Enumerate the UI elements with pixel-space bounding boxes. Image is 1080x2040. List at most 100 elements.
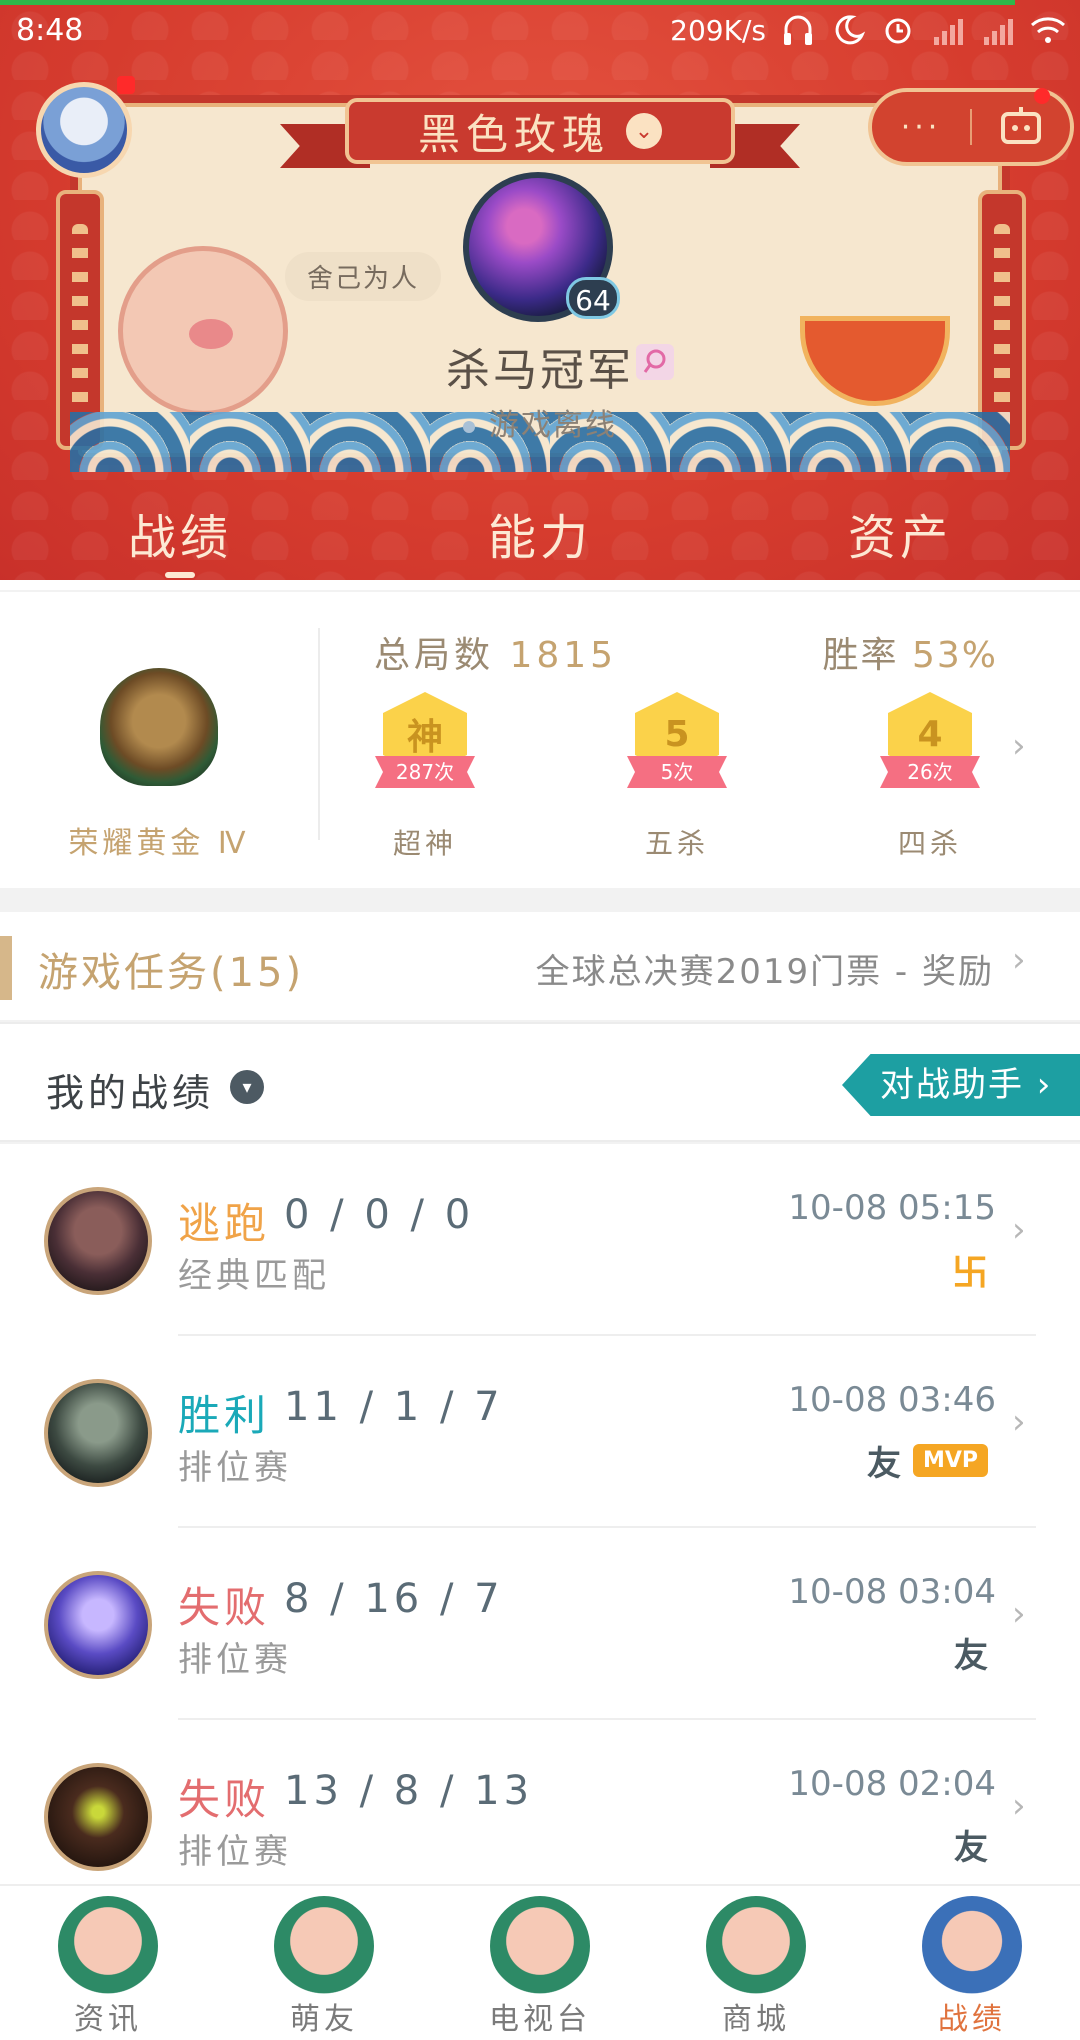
rank-label: 荣耀黄金 Ⅳ xyxy=(68,826,250,861)
moon-icon xyxy=(835,15,866,45)
match-result: 失败 xyxy=(178,1583,271,1632)
total-games-label: 总局数 xyxy=(374,635,495,676)
nav-label: 商城 xyxy=(722,2002,790,2037)
profile-tabs: 战绩 能力 资产 xyxy=(0,498,1080,568)
match-row[interactable]: 胜利 11 / 1 / 7 排位赛 10-08 03:46 友 MVP › xyxy=(0,1336,1080,1528)
profile-header: 黑色玫瑰 ⌄ ··· 舍己为人 64 杀马冠军 游戏离线 战绩 能力 资产 xyxy=(0,0,1080,590)
chevron-right-icon: › xyxy=(1012,1786,1026,1826)
match-badges: 友 xyxy=(954,1820,988,1869)
nickname-tag: 舍己为人 xyxy=(285,252,442,301)
store-pig-icon xyxy=(706,1896,806,1996)
headphones-icon xyxy=(784,15,812,45)
tab-assets[interactable]: 资产 xyxy=(800,498,1000,568)
online-status: 游戏离线 xyxy=(0,400,1080,444)
medal-count: 287次 xyxy=(375,756,475,788)
news-pig-icon xyxy=(58,1896,158,1996)
account-switcher[interactable]: 黑色玫瑰 ⌄ xyxy=(345,98,735,164)
chevron-right-icon: › xyxy=(1012,1210,1026,1250)
chevron-right-icon: › xyxy=(1012,1594,1026,1634)
my-record-header: 我的战绩 ▾ 对战助手 › xyxy=(0,1022,1080,1142)
match-result: 失败 xyxy=(178,1775,271,1824)
nav-label: 战绩 xyxy=(938,2002,1006,2037)
medal-label: 四杀 xyxy=(897,827,962,860)
champion-avatar xyxy=(44,1571,152,1679)
win-rate-value: 53% xyxy=(911,635,998,676)
match-mode: 经典匹配 xyxy=(178,1256,330,1296)
tab-ability[interactable]: 能力 xyxy=(440,498,640,568)
medal-legendary: 神 287次 超神 xyxy=(350,692,500,862)
alarm-icon xyxy=(885,18,911,44)
signal-icon-1 xyxy=(934,19,963,45)
match-badges: 友 xyxy=(954,1628,988,1677)
medal-label: 五杀 xyxy=(644,827,709,860)
network-speed: 209K/s xyxy=(670,13,766,47)
friend-badge-icon: 友 xyxy=(954,1828,988,1868)
champion-avatar xyxy=(44,1187,152,1295)
match-mode: 排位赛 xyxy=(178,1832,292,1872)
medal-quadra-kill: 4 26次 四杀 xyxy=(855,692,1005,862)
match-row[interactable]: 失败 8 / 16 / 7 排位赛 10-08 03:04 友 › xyxy=(0,1528,1080,1720)
chevron-right-icon[interactable]: › xyxy=(1012,726,1026,766)
total-games-value: 1815 xyxy=(509,635,618,676)
chevron-right-icon: › xyxy=(1012,940,1026,980)
match-result: 胜利 xyxy=(178,1391,271,1440)
match-kda: 13 / 8 / 13 xyxy=(284,1768,534,1814)
battle-assistant-label: 对战助手 xyxy=(880,1065,1024,1105)
nav-store[interactable]: 商城 xyxy=(648,1886,864,2040)
rank-emblem xyxy=(100,668,218,786)
nav-tv[interactable]: 电视台 xyxy=(432,1886,648,2040)
nav-friends[interactable]: 萌友 xyxy=(216,1886,432,2040)
missions-title: 游戏任务(15) xyxy=(38,950,305,996)
robot-chat-icon xyxy=(1000,107,1041,144)
match-time: 10-08 03:46 xyxy=(788,1380,996,1420)
medal-label: 超神 xyxy=(392,827,457,860)
chat-button[interactable] xyxy=(972,104,1070,150)
match-mode: 排位赛 xyxy=(178,1640,292,1680)
match-kda: 0 / 0 / 0 xyxy=(284,1192,475,1238)
bottom-navigation: 资讯 萌友 电视台 商城 战绩 xyxy=(0,1884,1080,2040)
section-marker xyxy=(0,936,12,1000)
chevron-down-icon: ⌄ xyxy=(626,113,662,149)
champion-avatar xyxy=(44,1763,152,1871)
notification-dot xyxy=(117,76,135,94)
status-icons: 209K/s xyxy=(670,13,1066,47)
my-record-title[interactable]: 我的战绩 xyxy=(46,1062,214,1117)
medal-count: 26次 xyxy=(880,756,980,788)
chevron-right-icon: › xyxy=(1012,1402,1026,1442)
missions-reward: 全球总决赛2019门票 - 奖励 xyxy=(535,952,994,992)
match-mode: 排位赛 xyxy=(178,1448,292,1488)
nav-label: 萌友 xyxy=(290,2002,358,2037)
wifi-icon xyxy=(1031,17,1065,43)
more-button[interactable]: ··· xyxy=(872,110,970,145)
win-rate-label: 胜率 xyxy=(822,635,899,676)
friend-badge-icon: 友 xyxy=(954,1636,988,1676)
win-rate: 胜率 53% xyxy=(823,626,998,678)
match-time: 10-08 05:15 xyxy=(788,1188,996,1228)
capsule-divider xyxy=(970,109,972,145)
chat-notification-dot xyxy=(1034,88,1050,104)
user-avatar[interactable] xyxy=(36,82,132,178)
friend-badge-icon: 友 xyxy=(866,1444,901,1484)
tab-record[interactable]: 战绩 xyxy=(80,498,280,568)
system-status-bar: 8:48 209K/s xyxy=(0,5,1080,61)
champion-avatar xyxy=(44,1379,152,1487)
medal-penta-kill: 5 5次 五杀 xyxy=(602,692,752,862)
clock: 8:48 xyxy=(16,13,84,48)
tv-pig-icon xyxy=(490,1896,590,1996)
match-row[interactable]: 逃跑 0 / 0 / 0 经典匹配 10-08 05:15 卐 › xyxy=(0,1144,1080,1336)
match-result: 逃跑 xyxy=(178,1199,271,1248)
nav-record[interactable]: 战绩 xyxy=(864,1886,1080,2040)
player-name: 杀马冠军 xyxy=(446,345,634,396)
match-badges: 卐 xyxy=(952,1244,988,1296)
medal-count: 5次 xyxy=(627,756,727,788)
match-kda: 8 / 16 / 7 xyxy=(284,1576,504,1622)
online-status-text: 游戏离线 xyxy=(489,408,617,443)
mvp-badge: MVP xyxy=(912,1444,988,1477)
stats-divider xyxy=(318,628,320,840)
game-missions-bar[interactable]: 游戏任务(15) 全球总决赛2019门票 - 奖励 › xyxy=(0,912,1080,1020)
nav-news[interactable]: 资讯 xyxy=(0,1886,216,2040)
chevron-down-icon[interactable]: ▾ xyxy=(230,1070,264,1104)
battle-assistant-button[interactable]: 对战助手 › xyxy=(842,1054,1080,1116)
status-dot xyxy=(463,420,475,433)
search-icon[interactable] xyxy=(636,344,674,380)
